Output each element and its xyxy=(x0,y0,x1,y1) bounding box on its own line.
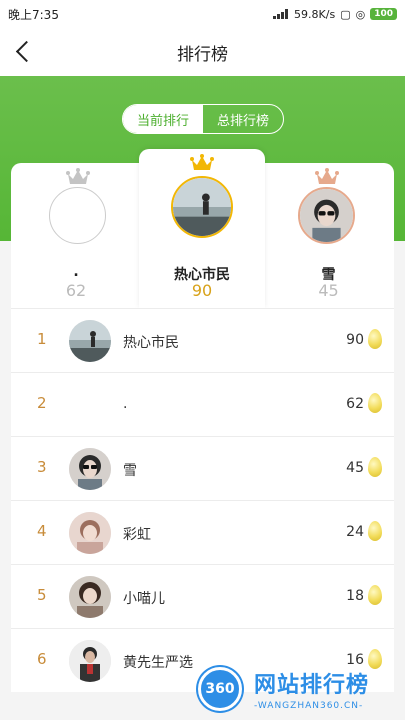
user-name: 小喵儿 xyxy=(123,591,165,607)
podium-score-first: 90 xyxy=(191,281,213,300)
wifi-icon: ◎ xyxy=(355,7,366,21)
podium-avatar-second[interactable] xyxy=(49,187,106,244)
page-title: 排行榜 xyxy=(177,44,228,65)
egg-icon xyxy=(368,457,382,477)
user-name: 热心市民 xyxy=(123,335,179,351)
rank-number: 5 xyxy=(37,586,47,604)
watermark-subtitle: -WANGZHAN360.CN- xyxy=(254,701,364,711)
back-arrow-icon[interactable] xyxy=(14,40,36,64)
user-name: . xyxy=(123,396,128,412)
rank-number: 2 xyxy=(37,394,47,412)
user-score: 62 xyxy=(346,396,364,412)
podium-avatar-first[interactable] xyxy=(171,176,233,238)
egg-icon xyxy=(368,585,382,605)
user-name: 雪 xyxy=(123,463,137,479)
rank-number: 4 xyxy=(37,522,47,540)
user-name: 黄先生严选 xyxy=(123,655,193,671)
watermark: 360 网站排行榜 -WANGZHAN360.CN- xyxy=(198,658,405,720)
avatar[interactable] xyxy=(69,576,111,618)
egg-icon xyxy=(368,521,382,541)
tab-total-ranking[interactable]: 总排行榜 xyxy=(203,105,283,133)
status-indicators: 59.8K/s ▢ ◎ 100 xyxy=(273,8,397,21)
signal-icon xyxy=(273,9,289,19)
avatar[interactable] xyxy=(69,640,111,682)
avatar[interactable] xyxy=(69,512,111,554)
rank-number: 1 xyxy=(37,330,47,348)
bronze-crown-icon xyxy=(315,168,339,186)
user-score: 24 xyxy=(346,524,364,540)
podium-score-third: 45 xyxy=(318,281,339,300)
ranking-row[interactable]: 4 彩虹 24 xyxy=(11,500,394,564)
egg-icon xyxy=(368,329,382,349)
user-score: 18 xyxy=(346,588,364,604)
avatar[interactable] xyxy=(69,448,111,490)
battery-indicator: 100 xyxy=(370,8,397,20)
avatar[interactable] xyxy=(69,320,111,362)
tab-current-ranking[interactable]: 当前排行 xyxy=(123,105,203,133)
alarm-icon: ▢ xyxy=(340,7,351,21)
status-bar: 晚上7:35 59.8K/s ▢ ◎ 100 xyxy=(0,0,405,28)
watermark-logo: 360 xyxy=(198,667,242,711)
egg-icon xyxy=(368,393,382,413)
podium-avatar-third[interactable] xyxy=(298,187,355,244)
ranking-row[interactable]: 1 热心市民 90 xyxy=(11,308,394,372)
user-score: 90 xyxy=(346,332,364,348)
watermark-text: 网站排行榜 -WANGZHAN360.CN- xyxy=(254,667,369,711)
podium-name-second: . xyxy=(73,264,79,280)
watermark-title: 网站排行榜 xyxy=(254,673,370,698)
silver-crown-icon xyxy=(66,168,90,186)
status-time: 晚上7:35 xyxy=(8,7,59,22)
ranking-row[interactable]: 2 . 62 xyxy=(11,372,394,436)
podium-score-second: 62 xyxy=(65,281,87,300)
ranking-tab-switch: 当前排行 总排行榜 xyxy=(122,104,284,134)
gold-crown-icon xyxy=(190,154,214,172)
rank-number: 6 xyxy=(37,650,47,668)
ranking-list: 1 热心市民 90 2 . 62 3 雪 45 4 彩虹 24 5 小喵儿 18… xyxy=(11,308,394,692)
user-name: 彩虹 xyxy=(123,527,151,543)
user-score: 45 xyxy=(346,460,364,476)
network-speed: 59.8K/s xyxy=(294,7,336,21)
ranking-row[interactable]: 3 雪 45 xyxy=(11,436,394,500)
rank-number: 3 xyxy=(37,458,47,476)
ranking-row[interactable]: 5 小喵儿 18 xyxy=(11,564,394,628)
nav-bar: 排行榜 xyxy=(0,28,405,76)
